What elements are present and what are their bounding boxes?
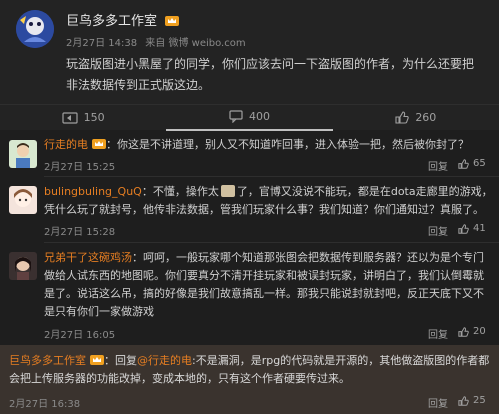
thumbs-up-icon [395, 111, 410, 124]
reply-button[interactable]: 回复 [428, 395, 448, 410]
divider [44, 242, 499, 243]
thumbs-up-icon [458, 223, 469, 234]
thumbs-up-icon [458, 158, 469, 169]
post-date: 2月27日 14:38 [66, 38, 138, 49]
vip-crown-icon [92, 139, 106, 149]
vip-crown-icon [90, 355, 104, 365]
comment-like-count: 20 [473, 326, 486, 337]
comment-like-count: 65 [473, 158, 486, 169]
author-name-text[interactable]: 巨鸟多多工作室 [66, 14, 157, 29]
like-count: 260 [415, 111, 437, 124]
commenter-name[interactable]: 兄弟干了这碗鸡汤 [44, 251, 132, 264]
list-item: bulingbuling_QuQ：不懂，操作太 了，官博又没说不能玩，都是在dot… [0, 178, 499, 240]
repost-count: 150 [83, 111, 105, 124]
comment-text: 巨鸟多多工作室 ：回复@行走的电:不是漏洞，是rpg的代码就是开源的，其他做盗版图… [9, 354, 490, 385]
comment-content: 不懂，操作太 [152, 185, 219, 198]
comment-like-button[interactable]: 20 [458, 326, 486, 337]
comment-list: 行走的电 ：你这是不讲道理，别人又不知道咋回事，进入体验一把，然后被你封了？ 2月… [0, 130, 499, 414]
comment-date: 2月27日 16:05 [44, 330, 116, 341]
reply-button[interactable]: 回复 [428, 158, 448, 173]
comment-like-button[interactable]: 65 [458, 158, 486, 169]
list-item: 兄弟干了这碗鸡汤：呵呵，一般玩家哪个知道那张图会把数据传到服务器？还以为是个专门… [0, 244, 499, 344]
commenter-avatar[interactable] [9, 186, 37, 214]
comment-date: 2月27日 15:28 [44, 227, 116, 238]
divider [44, 176, 499, 177]
repost-button[interactable]: 150 [0, 111, 166, 124]
thumbs-up-icon [458, 326, 469, 337]
comment-button[interactable]: 400 [166, 105, 333, 131]
comment-like-count: 25 [473, 395, 486, 406]
commenter-name[interactable]: 行走的电 [44, 138, 88, 151]
thumbs-up-icon [458, 395, 469, 406]
comment-date: 2月27日 15:25 [44, 162, 116, 173]
comment-like-count: 41 [473, 223, 486, 234]
comment-text: 兄弟干了这碗鸡汤：呵呵，一般玩家哪个知道那张图会把数据传到服务器？还以为是个专门… [44, 251, 484, 318]
post-actions: 150 400 260 [0, 104, 499, 131]
commenter-avatar[interactable] [9, 252, 37, 280]
emoji-icon [220, 185, 235, 197]
repost-icon [62, 111, 78, 124]
comment-icon [229, 110, 243, 123]
vip-crown-icon [165, 16, 180, 26]
commenter-avatar[interactable] [9, 140, 37, 168]
post-source: 来自 微博 weibo.com [145, 38, 246, 49]
mention-link[interactable]: @行走的电 [137, 354, 192, 367]
comment-text: 行走的电 ：你这是不讲道理，别人又不知道咋回事，进入体验一把，然后被你封了？ [44, 138, 469, 151]
comment-text: bulingbuling_QuQ：不懂，操作太 了，官博又没说不能玩，都是在dot… [44, 185, 493, 216]
author-name[interactable]: 巨鸟多多工作室 [66, 10, 180, 29]
comment-content: 你这是不讲道理，别人又不知道咋回事，进入体验一把，然后被你封了？ [117, 138, 469, 151]
author-avatar[interactable] [16, 10, 54, 48]
comment-date: 2月27日 16:38 [9, 399, 81, 410]
commenter-name[interactable]: bulingbuling_QuQ [44, 185, 142, 198]
comment-like-button[interactable]: 25 [458, 395, 486, 406]
post-meta: 2月27日 14:38 来自 微博 weibo.com [66, 34, 251, 49]
comment-like-button[interactable]: 41 [458, 223, 486, 234]
reply-prefix: 回复 [115, 354, 137, 367]
comment-count: 400 [248, 110, 270, 123]
commenter-name[interactable]: 巨鸟多多工作室 [9, 354, 86, 367]
author-reply-highlight: 巨鸟多多工作室 ：回复@行走的电:不是漏洞，是rpg的代码就是开源的，其他做盗版图… [0, 345, 499, 414]
list-item: 行走的电 ：你这是不讲道理，别人又不知道咋回事，进入体验一把，然后被你封了？ 2月… [0, 130, 499, 174]
reply-button[interactable]: 回复 [428, 326, 448, 341]
like-button[interactable]: 260 [333, 111, 499, 124]
post-content: 玩盗版图进小黑屋了的同学，你们应该去问一下盗版图的作者，为什么还要把非法数据传到… [66, 57, 475, 92]
weibo-post: 巨鸟多多工作室 2月27日 14:38 来自 微博 weibo.com 玩盗版图… [0, 0, 499, 131]
reply-button[interactable]: 回复 [428, 223, 448, 238]
